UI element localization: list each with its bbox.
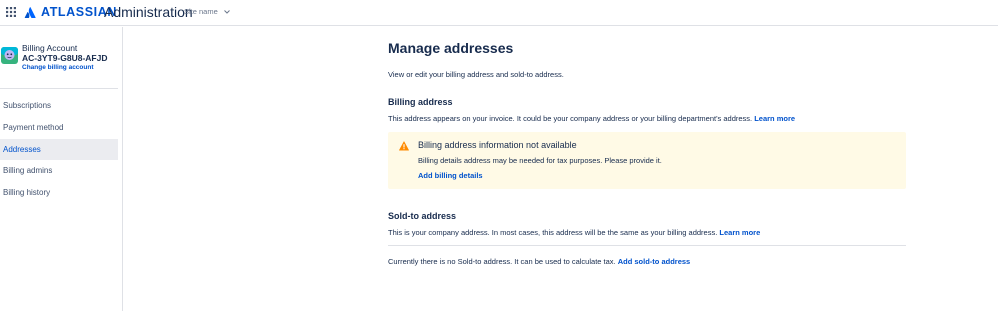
app-title: Administration xyxy=(104,4,193,20)
warning-text: Billing details address may be needed fo… xyxy=(418,156,662,165)
add-billing-details-link[interactable]: Add billing details xyxy=(418,171,483,180)
warning-title: Billing address information not availabl… xyxy=(418,140,577,150)
billing-address-description-text: This address appears on your invoice. It… xyxy=(388,114,753,123)
site-selector[interactable]: Site name xyxy=(184,7,230,16)
site-selector-label: Site name xyxy=(184,7,218,16)
sold-to-address-heading: Sold-to address xyxy=(388,211,457,221)
sold-to-description-text: This is your company address. In most ca… xyxy=(388,228,718,237)
sold-to-empty-text: Currently there is no Sold-to address. I… xyxy=(388,257,616,266)
warning-triangle-icon xyxy=(399,141,409,151)
section-divider xyxy=(388,245,906,246)
sold-to-learn-more-link[interactable]: Learn more xyxy=(719,228,760,237)
chevron-down-icon xyxy=(223,9,230,14)
top-navigation-bar: ATLASSIAN Administration Site name xyxy=(0,0,998,26)
sidebar-item-billing-admins[interactable]: Billing admins xyxy=(0,160,118,181)
billing-account-id: AC-3YT9-G8U8-AFJD xyxy=(22,53,108,63)
app-switcher-grid-icon[interactable] xyxy=(6,7,16,17)
billing-learn-more-link[interactable]: Learn more xyxy=(754,114,795,123)
sidebar-item-addresses[interactable]: Addresses xyxy=(0,139,118,160)
billing-address-heading: Billing address xyxy=(388,97,453,107)
sold-to-empty-state: Currently there is no Sold-to address. I… xyxy=(388,257,690,266)
billing-address-description: This address appears on your invoice. It… xyxy=(388,114,795,123)
sidebar-item-payment-method[interactable]: Payment method xyxy=(0,117,118,138)
sidebar-divider xyxy=(0,88,118,89)
sold-to-address-description: This is your company address. In most ca… xyxy=(388,228,760,237)
sidebar-item-billing-history[interactable]: Billing history xyxy=(0,182,118,203)
sidebar-item-subscriptions[interactable]: Subscriptions xyxy=(0,95,118,116)
change-billing-account-link[interactable]: Change billing account xyxy=(22,64,94,72)
billing-account-title: Billing Account xyxy=(22,43,78,53)
sidebar: Billing Account AC-3YT9-G8U8-AFJD Change… xyxy=(0,27,123,311)
add-sold-to-address-link[interactable]: Add sold-to address xyxy=(618,257,691,266)
page-title: Manage addresses xyxy=(388,40,514,56)
billing-account-avatar-icon xyxy=(1,47,18,64)
page-description: View or edit your billing address and so… xyxy=(388,70,564,79)
billing-warning-panel: Billing address information not availabl… xyxy=(388,132,906,189)
atlassian-logo-icon xyxy=(24,6,36,18)
main-content: Manage addresses View or edit your billi… xyxy=(124,27,998,311)
